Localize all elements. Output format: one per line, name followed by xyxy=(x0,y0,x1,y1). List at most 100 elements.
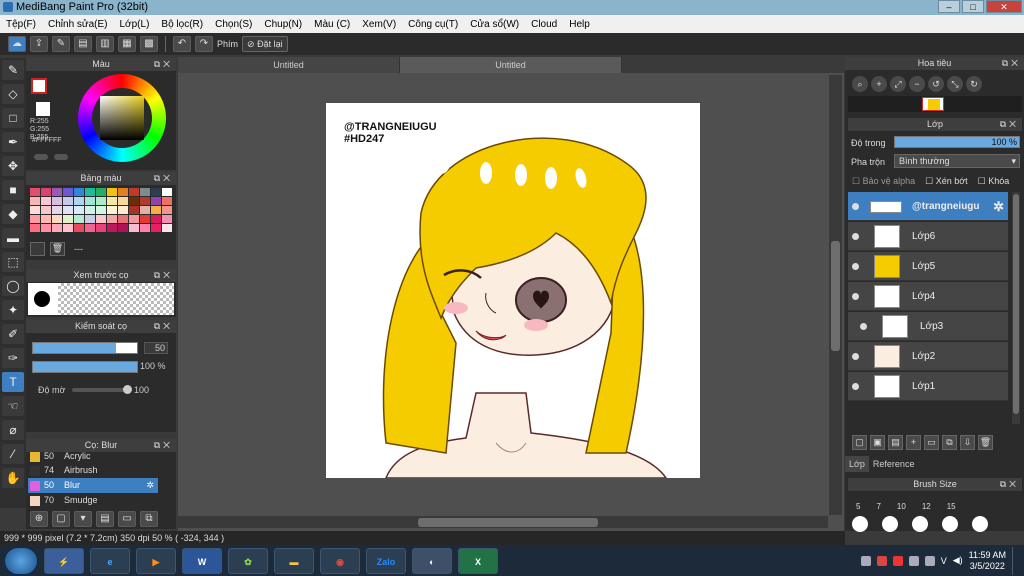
opacity-slider[interactable] xyxy=(32,361,138,373)
bucket-tool-icon[interactable]: ◆ xyxy=(2,204,24,224)
media-player-icon[interactable]: ▶ xyxy=(136,547,176,574)
panel-controls-icon[interactable]: ⧉✕ xyxy=(1002,57,1021,70)
undo-icon[interactable]: ↶ xyxy=(173,36,191,52)
tray-icon[interactable] xyxy=(860,555,871,566)
layer-scrollbar[interactable] xyxy=(1012,192,1020,424)
trash-icon[interactable]: 🗑 xyxy=(50,242,65,256)
menu-select[interactable]: Chọn(S) xyxy=(215,19,252,30)
zoom-in-icon[interactable]: + xyxy=(871,76,887,92)
menu-view[interactable]: Xem(V) xyxy=(362,19,396,30)
brush-menu-icon[interactable]: ▾ xyxy=(74,511,92,527)
hand-tool-icon[interactable]: ✋ xyxy=(2,468,24,488)
rectangle-tool-icon[interactable]: □ xyxy=(2,108,24,128)
lasso-tool-icon[interactable]: ◯ xyxy=(2,276,24,296)
vertical-scroll-thumb[interactable] xyxy=(831,241,840,351)
minimize-button[interactable]: – xyxy=(938,0,960,13)
actual-size-icon[interactable]: ⤡ xyxy=(947,76,963,92)
menu-window[interactable]: Cửa sổ(W) xyxy=(470,19,519,30)
menu-file[interactable]: Tệp(F) xyxy=(6,19,36,30)
brush-size-value[interactable]: 50 xyxy=(144,342,168,354)
layer-row[interactable]: Lớp4 xyxy=(848,282,1008,311)
close-button[interactable]: ✕ xyxy=(986,0,1022,13)
language-indicator[interactable]: V xyxy=(941,556,947,566)
excel-app-icon[interactable]: X xyxy=(458,547,498,574)
eye-icon[interactable] xyxy=(852,353,859,360)
show-desktop-button[interactable] xyxy=(1012,546,1020,575)
layer-row[interactable]: Lớp6 xyxy=(848,222,1008,251)
horizontal-scroll-thumb[interactable] xyxy=(418,518,598,527)
tab-untitled-2[interactable]: Untitled xyxy=(400,57,622,73)
eye-icon[interactable] xyxy=(852,383,859,390)
menu-filter[interactable]: Bộ lọc(R) xyxy=(161,19,203,30)
network-icon[interactable] xyxy=(924,555,935,566)
color-picker-toggle-icon[interactable] xyxy=(54,154,68,160)
new-brush-icon[interactable]: ▢ xyxy=(52,511,70,527)
magic-wand-tool-icon[interactable]: ✦ xyxy=(2,300,24,320)
folder-icon[interactable]: ▭ xyxy=(118,511,136,527)
internet-explorer-icon[interactable]: e xyxy=(90,547,130,574)
lock-checkbox[interactable]: ☐ Khóa xyxy=(978,176,1010,187)
app-launcher-icon[interactable]: ✿ xyxy=(228,547,268,574)
export-icon[interactable]: ⇪ xyxy=(30,36,48,52)
tiles-icon[interactable]: ▩ xyxy=(140,36,158,52)
menu-layer[interactable]: Lớp(L) xyxy=(120,19,150,30)
gear-icon[interactable]: ✲ xyxy=(993,199,1004,215)
select-pen-tool-icon[interactable]: ✐ xyxy=(2,324,24,344)
redo-icon[interactable]: ↷ xyxy=(195,36,213,52)
saturation-square[interactable] xyxy=(100,96,144,140)
eraser-tool-icon[interactable]: ◇ xyxy=(2,84,24,104)
menu-color[interactable]: Màu (C) xyxy=(314,19,350,30)
new-layer-icon[interactable]: ▢ xyxy=(852,434,867,450)
menu-tools[interactable]: Công cụ(T) xyxy=(408,19,458,30)
brush-item-acrylic[interactable]: 50 Acrylic xyxy=(28,449,158,464)
panel-controls-icon[interactable]: ⧉✕ xyxy=(154,172,173,185)
hue-wheel[interactable] xyxy=(78,74,166,162)
foreground-color-swatch[interactable] xyxy=(31,78,47,94)
select-tool-icon[interactable]: ⬚ xyxy=(2,252,24,272)
new-raster-layer-icon[interactable]: ▣ xyxy=(870,434,885,450)
layer-row[interactable]: Lớp2 xyxy=(848,342,1008,371)
volume-icon[interactable]: ◀) xyxy=(953,555,963,566)
word-app-icon[interactable]: W xyxy=(182,547,222,574)
tab-layer[interactable]: Lớp xyxy=(845,456,869,472)
fill-rect-tool-icon[interactable]: ■ xyxy=(2,180,24,200)
folder-icon[interactable]: ▭ xyxy=(924,434,939,450)
start-button[interactable] xyxy=(4,546,38,575)
medibang-app-icon[interactable]: ◐ xyxy=(412,547,452,574)
zoom-icon[interactable]: ⌕ xyxy=(852,76,868,92)
document-icon[interactable]: ▥ xyxy=(96,36,114,52)
page-icon[interactable]: ▤ xyxy=(74,36,92,52)
brush-settings-icon[interactable]: ▤ xyxy=(96,511,114,527)
text-tool-icon[interactable]: T xyxy=(2,372,24,392)
dropper-tool-icon[interactable]: ⌀ xyxy=(2,420,24,440)
eye-icon[interactable] xyxy=(860,323,867,330)
panel-controls-icon[interactable]: ⧉✕ xyxy=(154,269,173,282)
rotate-left-icon[interactable]: ↺ xyxy=(928,76,944,92)
zalo-app-icon[interactable]: Zalo xyxy=(366,547,406,574)
add-brush-icon[interactable]: ⊕ xyxy=(30,511,48,527)
comment-icon[interactable]: ✎ xyxy=(52,36,70,52)
menu-cloud[interactable]: Cloud xyxy=(531,19,557,30)
eye-icon[interactable] xyxy=(852,233,859,240)
operation-tool-icon[interactable]: ☜ xyxy=(2,396,24,416)
zoom-out-icon[interactable]: − xyxy=(909,76,925,92)
grid-icon[interactable]: ▦ xyxy=(118,36,136,52)
tray-icon[interactable] xyxy=(876,555,887,566)
clipping-checkbox[interactable]: ☐ Xén bớt xyxy=(925,176,968,187)
brush-size-option[interactable] xyxy=(882,516,898,532)
gear-icon[interactable]: ✲ xyxy=(146,478,154,493)
dropper2-tool-icon[interactable]: ⁄ xyxy=(2,444,24,464)
gradient-tool-icon[interactable]: ▬ xyxy=(2,228,24,248)
brush-item-smudge[interactable]: 70 Smudge xyxy=(28,493,158,508)
copy-brush-icon[interactable]: ⧉ xyxy=(140,511,158,527)
protect-alpha-checkbox[interactable]: ☐ Bảo vệ alpha xyxy=(852,176,915,187)
brush-item-blur[interactable]: 50 Blur ✲ xyxy=(28,478,158,493)
vpn-app-icon[interactable]: ⚡ xyxy=(44,547,84,574)
navigator-preview[interactable] xyxy=(848,96,1022,112)
layer-opacity-slider[interactable]: 100 % xyxy=(894,136,1020,148)
reset-button[interactable]: ⊘ Đặt lại xyxy=(242,36,288,52)
horizontal-scrollbar[interactable] xyxy=(178,516,828,528)
add-palette-icon[interactable] xyxy=(30,242,45,256)
blend-mode-select[interactable]: Bình thường ▾ xyxy=(894,154,1020,168)
menu-help[interactable]: Help xyxy=(569,19,590,30)
